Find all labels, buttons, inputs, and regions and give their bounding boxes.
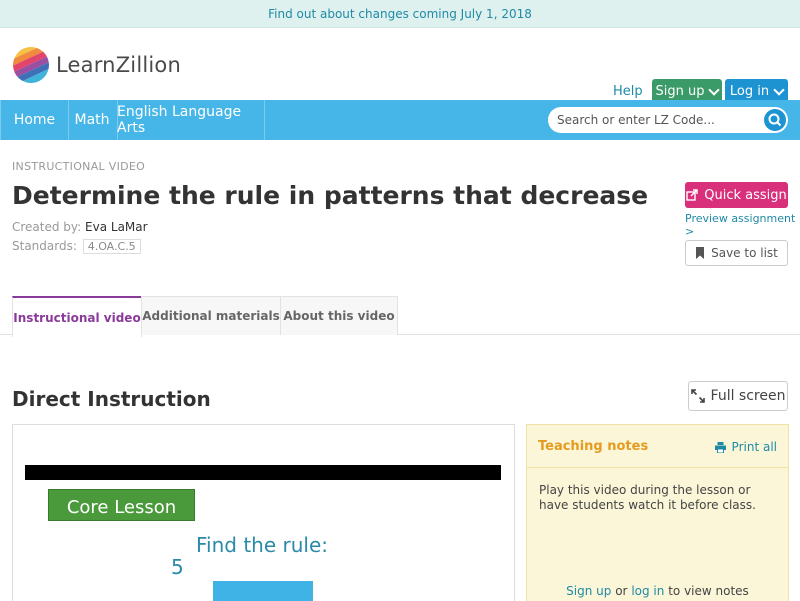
print-all-button[interactable]: Print all bbox=[714, 440, 777, 454]
author-link[interactable]: Eva LaMar bbox=[85, 220, 148, 234]
tab-instructional-video[interactable]: Instructional video bbox=[12, 296, 142, 337]
teaching-notes-panel: Teaching notes Print all Play this video… bbox=[526, 424, 789, 601]
login-label: Log in bbox=[729, 84, 770, 99]
announcement-banner[interactable]: Find out about changes coming July 1, 20… bbox=[0, 0, 800, 28]
view-notes-text: to view notes bbox=[668, 584, 749, 598]
search-placeholder: Search or enter LZ Code... bbox=[557, 113, 715, 127]
search-button[interactable] bbox=[764, 109, 786, 131]
content-type-label: INSTRUCTIONAL VIDEO bbox=[12, 160, 146, 173]
search-icon bbox=[768, 113, 782, 127]
logo-icon bbox=[12, 46, 50, 84]
signup-link[interactable]: Sign up bbox=[566, 584, 611, 598]
quick-assign-button[interactable]: Quick assign bbox=[685, 182, 788, 208]
find-rule-text: Find the rule: bbox=[196, 533, 329, 557]
logo-text: LearnZillion bbox=[56, 53, 181, 77]
teaching-notes-header: Teaching notes Print all bbox=[527, 425, 788, 468]
save-to-list-button[interactable]: Save to list bbox=[685, 240, 788, 266]
teaching-notes-text: Play this video during the lesson or hav… bbox=[539, 483, 756, 512]
tab-label: Instructional video bbox=[13, 310, 141, 325]
full-screen-button[interactable]: Full screen bbox=[688, 381, 788, 411]
nav-item-ela[interactable]: English Language Arts bbox=[117, 100, 265, 140]
or-text: or bbox=[615, 584, 628, 598]
announcement-link[interactable]: Find out about changes coming July 1, 20… bbox=[268, 7, 532, 21]
bookmark-icon bbox=[696, 247, 705, 259]
tab-additional-materials[interactable]: Additional materials bbox=[141, 296, 281, 335]
signup-label: Sign up bbox=[655, 84, 705, 99]
video-top-bar bbox=[25, 465, 501, 480]
chevron-down-icon bbox=[773, 83, 785, 96]
share-icon bbox=[686, 189, 698, 201]
page-title: Determine the rule in patterns that decr… bbox=[12, 181, 649, 210]
nav-item-home[interactable]: Home bbox=[0, 100, 69, 140]
logo[interactable]: LearnZillion bbox=[12, 46, 181, 84]
section-title: Direct Instruction bbox=[12, 387, 211, 411]
core-lesson-badge: Core Lesson bbox=[48, 489, 195, 521]
play-button[interactable] bbox=[213, 581, 313, 601]
site-header: LearnZillion Help Sign up Log in bbox=[0, 28, 800, 104]
login-link[interactable]: log in bbox=[631, 584, 664, 598]
nav-item-label: Home bbox=[13, 112, 56, 128]
main-nav: Home Math English Language Arts Search o… bbox=[0, 100, 800, 140]
nav-item-label: Math bbox=[74, 112, 110, 128]
notes-auth-prompt: Sign up or log in to view notes bbox=[527, 584, 788, 598]
created-by: Created by: Eva LaMar bbox=[12, 220, 148, 234]
standard-badge[interactable]: 4.OA.C.5 bbox=[82, 239, 141, 254]
core-lesson-label: Core Lesson bbox=[66, 497, 177, 518]
search-input[interactable]: Search or enter LZ Code... bbox=[548, 107, 788, 133]
expand-icon bbox=[690, 389, 705, 403]
video-player[interactable]: Core Lesson Find the rule: 5 bbox=[12, 424, 515, 601]
tab-about-video[interactable]: About this video bbox=[280, 296, 398, 335]
full-screen-label: Full screen bbox=[710, 388, 786, 404]
print-icon bbox=[714, 441, 726, 453]
sequence-number: 5 bbox=[171, 555, 184, 579]
nav-item-label: English Language Arts bbox=[117, 104, 242, 136]
quick-assign-label: Quick assign bbox=[704, 187, 787, 203]
preview-assignment-link[interactable]: Preview assignment > bbox=[685, 212, 800, 238]
chevron-down-icon bbox=[708, 83, 721, 96]
standards-label: Standards: bbox=[12, 239, 77, 253]
save-label: Save to list bbox=[711, 246, 778, 260]
nav-item-math[interactable]: Math bbox=[67, 100, 118, 140]
help-link[interactable]: Help bbox=[613, 84, 643, 99]
print-all-label: Print all bbox=[731, 440, 777, 454]
teaching-notes-title: Teaching notes bbox=[538, 439, 649, 454]
tab-label: Additional materials bbox=[142, 309, 280, 323]
standards: Standards: 4.OA.C.5 bbox=[12, 239, 141, 254]
tab-label: About this video bbox=[283, 309, 395, 323]
created-by-label: Created by: bbox=[12, 220, 82, 234]
